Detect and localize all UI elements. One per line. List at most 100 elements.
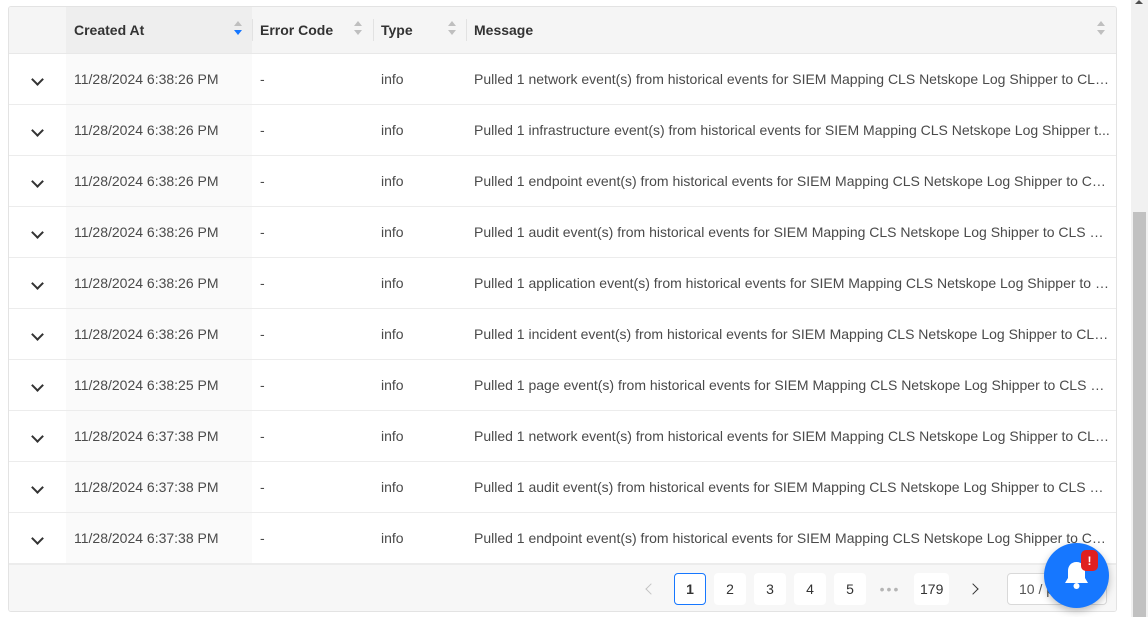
message-cell: Pulled 1 application event(s) from histo…	[466, 257, 1116, 309]
message-cell: Pulled 1 network event(s) from historica…	[466, 410, 1116, 462]
table-row[interactable]: 11/28/2024 6:38:26 PM - info Pulled 1 infra…	[9, 104, 1116, 156]
created-at-cell: 11/28/2024 6:37:38 PM	[66, 410, 252, 462]
expand-cell[interactable]	[9, 53, 66, 105]
expand-cell[interactable]	[9, 104, 66, 156]
created-at-cell: 11/28/2024 6:38:26 PM	[66, 155, 252, 207]
created-at-header-label: Created At	[74, 21, 145, 38]
chevron-down-icon[interactable]	[31, 225, 44, 239]
scroll-up-icon[interactable]	[1135, 0, 1143, 4]
chevron-down-icon[interactable]	[31, 327, 44, 341]
table-row[interactable]: 11/28/2024 6:38:26 PM - info Pulled 1 audit…	[9, 206, 1116, 258]
message-cell: Pulled 1 endpoint event(s) from historic…	[466, 155, 1116, 207]
type-cell: info	[373, 410, 466, 462]
created-at-cell: 11/28/2024 6:38:26 PM	[66, 257, 252, 309]
chevron-down-icon[interactable]	[31, 480, 44, 494]
error-code-cell: -	[252, 359, 373, 411]
type-cell: info	[373, 359, 466, 411]
expand-column-header	[9, 7, 66, 54]
prev-page-icon[interactable]	[645, 583, 657, 595]
type-cell: info	[373, 257, 466, 309]
type-cell: info	[373, 104, 466, 156]
type-column-header[interactable]: Type	[373, 7, 466, 54]
table-row[interactable]: 11/28/2024 6:38:26 PM - info Pulled 1 netwo…	[9, 53, 1116, 105]
error-code-cell: -	[252, 257, 373, 309]
expand-cell[interactable]	[9, 206, 66, 258]
created-at-cell: 11/28/2024 6:37:38 PM	[66, 461, 252, 513]
error-code-cell: -	[252, 512, 373, 564]
type-cell: info	[373, 308, 466, 360]
table-row[interactable]: 11/28/2024 6:37:38 PM - info Pulled 1 endpo…	[9, 512, 1116, 564]
chevron-down-icon[interactable]	[31, 123, 44, 137]
next-page-icon[interactable]	[967, 583, 979, 595]
created-at-cell: 11/28/2024 6:38:26 PM	[66, 308, 252, 360]
created-at-cell: 11/28/2024 6:38:26 PM	[66, 206, 252, 258]
type-cell: info	[373, 512, 466, 564]
type-cell: info	[373, 461, 466, 513]
chevron-down-icon[interactable]	[31, 174, 44, 188]
chevron-down-icon[interactable]	[31, 378, 44, 392]
sort-icon[interactable]	[354, 21, 364, 39]
message-cell: Pulled 1 network event(s) from historica…	[466, 53, 1116, 105]
error-code-cell: -	[252, 53, 373, 105]
error-code-cell: -	[252, 206, 373, 258]
created-at-cell: 11/28/2024 6:37:38 PM	[66, 512, 252, 564]
page-button-4[interactable]: 4	[794, 573, 826, 605]
message-header-label: Message	[474, 21, 534, 38]
table-row[interactable]: 11/28/2024 6:38:26 PM - info Pulled 1 incid…	[9, 308, 1116, 360]
chevron-down-icon[interactable]	[31, 276, 44, 290]
error-code-column-header[interactable]: Error Code	[252, 7, 373, 54]
notification-badge: !	[1081, 550, 1098, 571]
error-code-cell: -	[252, 461, 373, 513]
logs-table: Created At Error Code Type Message 11/28…	[9, 7, 1116, 564]
type-cell: info	[373, 155, 466, 207]
type-cell: info	[373, 206, 466, 258]
message-cell: Pulled 1 infrastructure event(s) from hi…	[466, 104, 1116, 156]
expand-cell[interactable]	[9, 512, 66, 564]
table-row[interactable]: 11/28/2024 6:38:26 PM - info Pulled 1 appli…	[9, 257, 1116, 309]
chevron-down-icon[interactable]	[31, 72, 44, 86]
expand-cell[interactable]	[9, 257, 66, 309]
chevron-down-icon[interactable]	[31, 429, 44, 443]
sort-icon[interactable]	[234, 21, 244, 39]
table-header-row: Created At Error Code Type Message	[9, 7, 1116, 54]
created-at-cell: 11/28/2024 6:38:26 PM	[66, 53, 252, 105]
created-at-column-header[interactable]: Created At	[66, 7, 252, 54]
message-cell: Pulled 1 endpoint event(s) from historic…	[466, 512, 1116, 564]
logs-table-panel: Created At Error Code Type Message 11/28…	[8, 6, 1117, 612]
error-code-cell: -	[252, 104, 373, 156]
jump-next-ellipsis[interactable]: •••	[875, 573, 905, 605]
error-code-cell: -	[252, 410, 373, 462]
type-header-label: Type	[381, 21, 413, 38]
created-at-cell: 11/28/2024 6:38:26 PM	[66, 104, 252, 156]
sort-icon[interactable]	[448, 21, 458, 39]
expand-cell[interactable]	[9, 410, 66, 462]
expand-cell[interactable]	[9, 308, 66, 360]
error-code-cell: -	[252, 308, 373, 360]
message-column-header[interactable]: Message	[466, 7, 1116, 54]
page-button-3[interactable]: 3	[754, 573, 786, 605]
expand-cell[interactable]	[9, 359, 66, 411]
notifications-button[interactable]	[1044, 543, 1109, 608]
sort-icon[interactable]	[1097, 21, 1107, 39]
message-cell: Pulled 1 page event(s) from historical e…	[466, 359, 1116, 411]
page-button-last[interactable]: 179	[914, 573, 950, 605]
page-button-1[interactable]: 1	[674, 573, 706, 605]
message-cell: Pulled 1 audit event(s) from historical …	[466, 206, 1116, 258]
error-code-header-label: Error Code	[260, 21, 334, 38]
created-at-cell: 11/28/2024 6:38:25 PM	[66, 359, 252, 411]
pagination-bar: 1 2 3 4 5 ••• 179 10 / p	[9, 564, 1116, 611]
page-button-5[interactable]: 5	[834, 573, 866, 605]
type-cell: info	[373, 53, 466, 105]
table-row[interactable]: 11/28/2024 6:37:38 PM - info Pulled 1 netwo…	[9, 410, 1116, 462]
message-cell: Pulled 1 incident event(s) from historic…	[466, 308, 1116, 360]
chevron-down-icon[interactable]	[31, 531, 44, 545]
message-cell: Pulled 1 audit event(s) from historical …	[466, 461, 1116, 513]
expand-cell[interactable]	[9, 461, 66, 513]
page-button-2[interactable]: 2	[714, 573, 746, 605]
table-row[interactable]: 11/28/2024 6:37:38 PM - info Pulled 1 audit…	[9, 461, 1116, 513]
expand-cell[interactable]	[9, 155, 66, 207]
scrollbar-thumb[interactable]	[1133, 212, 1146, 617]
table-row[interactable]: 11/28/2024 6:38:26 PM - info Pulled 1 endpo…	[9, 155, 1116, 207]
table-row[interactable]: 11/28/2024 6:38:25 PM - info Pulled 1 page …	[9, 359, 1116, 411]
error-code-cell: -	[252, 155, 373, 207]
